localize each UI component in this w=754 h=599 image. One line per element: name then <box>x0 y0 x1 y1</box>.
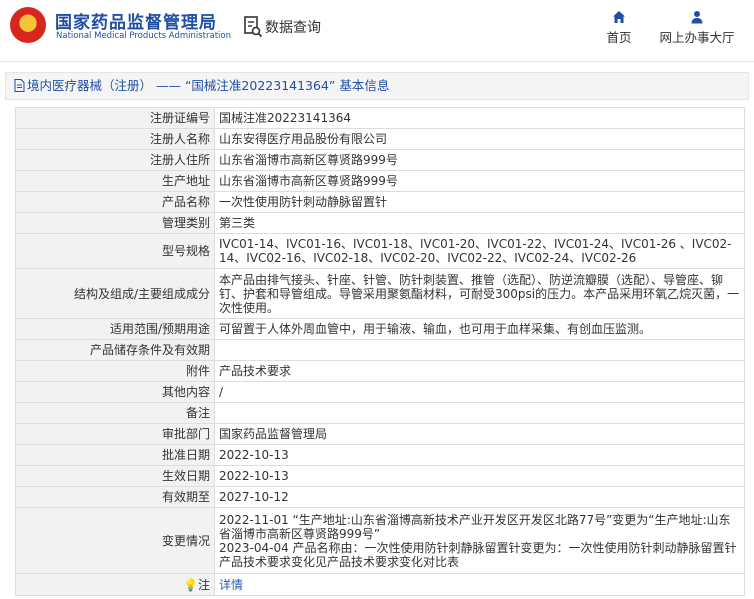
data-search-icon[interactable] <box>243 16 263 38</box>
field-label: 附件 <box>15 360 215 382</box>
field-value: IVC01-14、IVC01-16、IVC01-18、IVC01-20、IVC0… <box>214 233 745 269</box>
logo-title-cn[interactable]: 国家药品监督管理局 <box>55 8 217 33</box>
field-value-note: 详情 <box>214 573 745 596</box>
details-link[interactable]: 详情 <box>219 578 243 592</box>
table-row: 注册人住所 山东省淄博市高新区尊贤路999号 <box>15 149 745 171</box>
page-breadcrumb: 境内医疗器械（注册） —— “国械注准20223141364” 基本信息 <box>27 78 390 93</box>
table-row: 管理类别 第三类 <box>15 212 745 234</box>
field-label: 生效日期 <box>15 465 215 487</box>
field-value: 2027-10-12 <box>214 486 745 508</box>
field-value: 产品技术要求 <box>214 360 745 382</box>
table-row: 型号规格 IVC01-14、IVC01-16、IVC01-18、IVC01-20、… <box>15 233 745 269</box>
page-title-bar: 境内医疗器械（注册） —— “国械注准20223141364” 基本信息 <box>5 72 749 100</box>
field-value: 山东省淄博市高新区尊贤路999号 <box>214 149 745 171</box>
data-query-link[interactable]: 数据查询 <box>265 17 321 37</box>
table-row: 有效期至 2027-10-12 <box>15 486 745 508</box>
field-label: 其他内容 <box>15 381 215 403</box>
logo-title-en[interactable]: National Medical Products Administration <box>56 31 231 41</box>
field-value: 国家药品监督管理局 <box>214 423 745 445</box>
field-label: 注册人名称 <box>15 128 215 150</box>
field-value: 本产品由排气接头、针座、针管、防针刺装置、推管（选配）、防逆流瓣膜（选配）、导管… <box>214 268 745 319</box>
table-row: 💡注 详情 <box>15 573 745 596</box>
site-header: ★ 国家药品监督管理局 National Medical Products Ad… <box>0 0 754 62</box>
table-row: 附件 产品技术要求 <box>15 360 745 382</box>
field-label: 生产地址 <box>15 170 215 192</box>
field-value: 第三类 <box>214 212 745 234</box>
bulb-icon: 💡 <box>183 577 198 592</box>
field-label-note: 💡注 <box>15 573 215 596</box>
field-value: 2022-10-13 <box>214 465 745 487</box>
table-row: 结构及组成/主要组成成分 本产品由排气接头、针座、针管、防针刺装置、推管（选配）、… <box>15 268 745 319</box>
field-label: 备注 <box>15 402 215 424</box>
field-label: 适用范围/预期用途 <box>15 318 215 340</box>
field-value: 一次性使用防针刺动静脉留置针 <box>214 191 745 213</box>
national-emblem-logo: ★ <box>10 7 46 43</box>
field-value <box>214 402 745 424</box>
home-icon <box>613 11 625 23</box>
field-label: 产品储存条件及有效期 <box>15 339 215 361</box>
registration-info-table: 注册证编号 国械注准20223141364 注册人名称 山东安得医疗用品股份有限公司… <box>15 107 745 596</box>
table-row: 生效日期 2022-10-13 <box>15 465 745 487</box>
table-row: 备注 <box>15 402 745 424</box>
nav-online-office-label: 网上办事大厅 <box>659 30 735 45</box>
field-label: 变更情况 <box>15 507 215 574</box>
table-row: 批准日期 2022-10-13 <box>15 444 745 466</box>
table-row: 适用范围/预期用途 可留置于人体外周血管中，用于输液、输血，也可用于血样采集、有创… <box>15 318 745 340</box>
field-value: 山东省淄博市高新区尊贤路999号 <box>214 170 745 192</box>
user-icon <box>691 11 703 24</box>
field-label: 审批部门 <box>15 423 215 445</box>
nav-home-label: 首页 <box>606 30 632 45</box>
field-value: 国械注准20223141364 <box>214 107 745 129</box>
nav-online-office[interactable]: 网上办事大厅 <box>654 10 740 46</box>
field-label: 管理类别 <box>15 212 215 234</box>
field-value: 可留置于人体外周血管中，用于输液、输血，也可用于血样采集、有创血压监测。 <box>214 318 745 340</box>
field-label: 注册证编号 <box>15 107 215 129</box>
document-icon <box>14 79 25 92</box>
table-row: 其他内容 / <box>15 381 745 403</box>
table-row: 产品储存条件及有效期 <box>15 339 745 361</box>
table-row: 变更情况 2022-11-01 “生产地址:山东省淄博高新技术产业开发区开发区北路… <box>15 507 745 574</box>
nav-home[interactable]: 首页 <box>600 10 638 46</box>
field-value <box>214 339 745 361</box>
field-label: 结构及组成/主要组成成分 <box>15 268 215 319</box>
table-row: 产品名称 一次性使用防针刺动静脉留置针 <box>15 191 745 213</box>
field-value: 2022-11-01 “生产地址:山东省淄博高新技术产业开发区开发区北路77号”… <box>214 507 745 574</box>
field-label: 注册人住所 <box>15 149 215 171</box>
field-value: 2022-10-13 <box>214 444 745 466</box>
table-row: 注册证编号 国械注准20223141364 <box>15 107 745 129</box>
table-row: 注册人名称 山东安得医疗用品股份有限公司 <box>15 128 745 150</box>
field-value: 山东安得医疗用品股份有限公司 <box>214 128 745 150</box>
table-row: 审批部门 国家药品监督管理局 <box>15 423 745 445</box>
field-label: 有效期至 <box>15 486 215 508</box>
field-label: 型号规格 <box>15 233 215 269</box>
field-label: 批准日期 <box>15 444 215 466</box>
field-value: / <box>214 381 745 403</box>
field-label: 产品名称 <box>15 191 215 213</box>
table-row: 生产地址 山东省淄博市高新区尊贤路999号 <box>15 170 745 192</box>
